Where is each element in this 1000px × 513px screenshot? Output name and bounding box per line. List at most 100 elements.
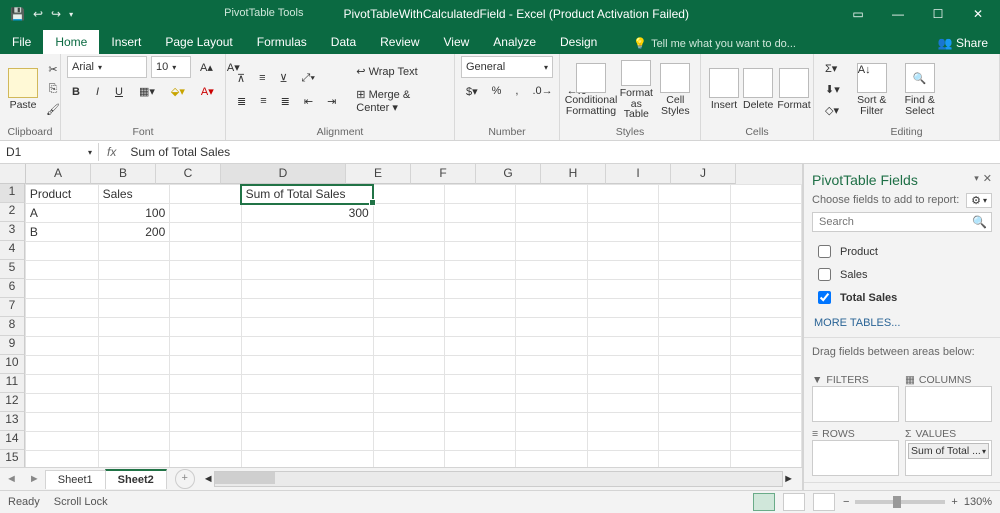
col-header-H[interactable]: H <box>541 164 606 184</box>
name-box[interactable]: D1▾ <box>0 143 99 161</box>
cell-J13[interactable] <box>730 413 801 432</box>
orientation-icon[interactable]: ⤢▾ <box>297 69 320 88</box>
cell-J15[interactable] <box>730 451 801 468</box>
align-middle-icon[interactable]: ≡ <box>254 69 270 88</box>
formula-input[interactable]: Sum of Total Sales <box>124 145 1000 159</box>
cell-E4[interactable] <box>373 242 444 261</box>
cell-G12[interactable] <box>516 394 587 413</box>
cell-D5[interactable] <box>241 261 373 280</box>
cell-E7[interactable] <box>373 299 444 318</box>
cell-A5[interactable] <box>25 261 98 280</box>
cell-C3[interactable] <box>170 223 241 242</box>
cell-E11[interactable] <box>373 375 444 394</box>
cell-E10[interactable] <box>373 356 444 375</box>
cell-E5[interactable] <box>373 261 444 280</box>
fill-color-button[interactable]: ⬙▾ <box>166 82 190 101</box>
cell-C9[interactable] <box>170 337 241 356</box>
cell-H10[interactable] <box>587 356 658 375</box>
cell-J5[interactable] <box>730 261 801 280</box>
horizontal-scrollbar[interactable]: ◄ ► <box>203 471 794 487</box>
tab-home[interactable]: Home <box>43 30 99 54</box>
format-cells-button[interactable]: Format <box>775 58 812 122</box>
copy-icon[interactable]: ⎘ <box>44 81 62 99</box>
cell-A15[interactable] <box>25 451 98 468</box>
col-header-A[interactable]: A <box>26 164 91 184</box>
align-bottom-icon[interactable]: ⊻ <box>274 69 292 88</box>
cell-B7[interactable] <box>98 299 170 318</box>
border-button[interactable]: ▦▾ <box>134 82 160 101</box>
format-painter-icon[interactable]: 🖌 <box>44 101 62 119</box>
save-icon[interactable]: 💾 <box>10 7 25 21</box>
cell-C14[interactable] <box>170 432 241 451</box>
currency-icon[interactable]: $▾ <box>461 82 483 101</box>
cell-C6[interactable] <box>170 280 241 299</box>
cell-C2[interactable] <box>170 204 241 223</box>
underline-button[interactable]: U <box>110 83 128 101</box>
cell-H14[interactable] <box>587 432 658 451</box>
cell-J6[interactable] <box>730 280 801 299</box>
cell-C15[interactable] <box>170 451 241 468</box>
cell-J1[interactable] <box>730 185 801 204</box>
cell-B4[interactable] <box>98 242 170 261</box>
view-normal-button[interactable] <box>753 493 775 511</box>
fields-layout-button[interactable]: ⚙▾ <box>966 193 992 208</box>
field-product[interactable]: Product <box>814 240 990 263</box>
cell-H13[interactable] <box>587 413 658 432</box>
align-right-icon[interactable]: ≣ <box>276 92 295 111</box>
cell-E13[interactable] <box>373 413 444 432</box>
cell-F1[interactable] <box>445 185 516 204</box>
field-sales[interactable]: Sales <box>814 263 990 286</box>
fx-icon[interactable]: fx <box>99 145 124 159</box>
cell-E2[interactable] <box>373 204 444 223</box>
cell-D14[interactable] <box>241 432 373 451</box>
cell-B11[interactable] <box>98 375 170 394</box>
cell-I13[interactable] <box>659 413 730 432</box>
row-header-11[interactable]: 11 <box>0 374 25 393</box>
cell-D2[interactable]: 300 <box>241 204 373 223</box>
cell-G15[interactable] <box>516 451 587 468</box>
cell-I5[interactable] <box>659 261 730 280</box>
cell-I15[interactable] <box>659 451 730 468</box>
rows-area[interactable] <box>812 440 899 476</box>
cell-B9[interactable] <box>98 337 170 356</box>
cell-H5[interactable] <box>587 261 658 280</box>
cell-G14[interactable] <box>516 432 587 451</box>
qat-dropdown-icon[interactable]: ▾ <box>69 10 73 19</box>
cell-D10[interactable] <box>241 356 373 375</box>
paste-button[interactable]: Paste <box>6 58 40 122</box>
cell-D3[interactable] <box>241 223 373 242</box>
cell-F9[interactable] <box>445 337 516 356</box>
cell-G7[interactable] <box>516 299 587 318</box>
cell-D15[interactable] <box>241 451 373 468</box>
cell-F11[interactable] <box>445 375 516 394</box>
cell-E3[interactable] <box>373 223 444 242</box>
cell-C1[interactable] <box>170 185 241 204</box>
cell-B5[interactable] <box>98 261 170 280</box>
row-header-9[interactable]: 9 <box>0 336 25 355</box>
cell-F3[interactable] <box>445 223 516 242</box>
cell-B14[interactable] <box>98 432 170 451</box>
field-sales-checkbox[interactable] <box>818 268 831 281</box>
cell-B2[interactable]: 100 <box>98 204 170 223</box>
cell-H3[interactable] <box>587 223 658 242</box>
cell-G1[interactable] <box>516 185 587 204</box>
cell-A10[interactable] <box>25 356 98 375</box>
wrap-text-button[interactable]: ↩ Wrap Text <box>351 62 448 81</box>
percent-icon[interactable]: % <box>487 82 507 101</box>
cell-J2[interactable] <box>730 204 801 223</box>
cell-G8[interactable] <box>516 318 587 337</box>
zoom-in-icon[interactable]: + <box>951 496 957 508</box>
field-total-checkbox[interactable] <box>818 291 831 304</box>
cell-B1[interactable]: Sales <box>98 185 170 204</box>
zoom-out-icon[interactable]: − <box>843 496 849 508</box>
zoom-knob[interactable] <box>893 496 901 508</box>
filters-area[interactable] <box>812 386 899 422</box>
cell-I6[interactable] <box>659 280 730 299</box>
values-area[interactable]: Sum of Total ...▾ <box>905 440 992 476</box>
cell-D13[interactable] <box>241 413 373 432</box>
cell-A6[interactable] <box>25 280 98 299</box>
cell-H12[interactable] <box>587 394 658 413</box>
cell-J14[interactable] <box>730 432 801 451</box>
scroll-thumb[interactable] <box>215 472 275 484</box>
columns-area[interactable] <box>905 386 992 422</box>
